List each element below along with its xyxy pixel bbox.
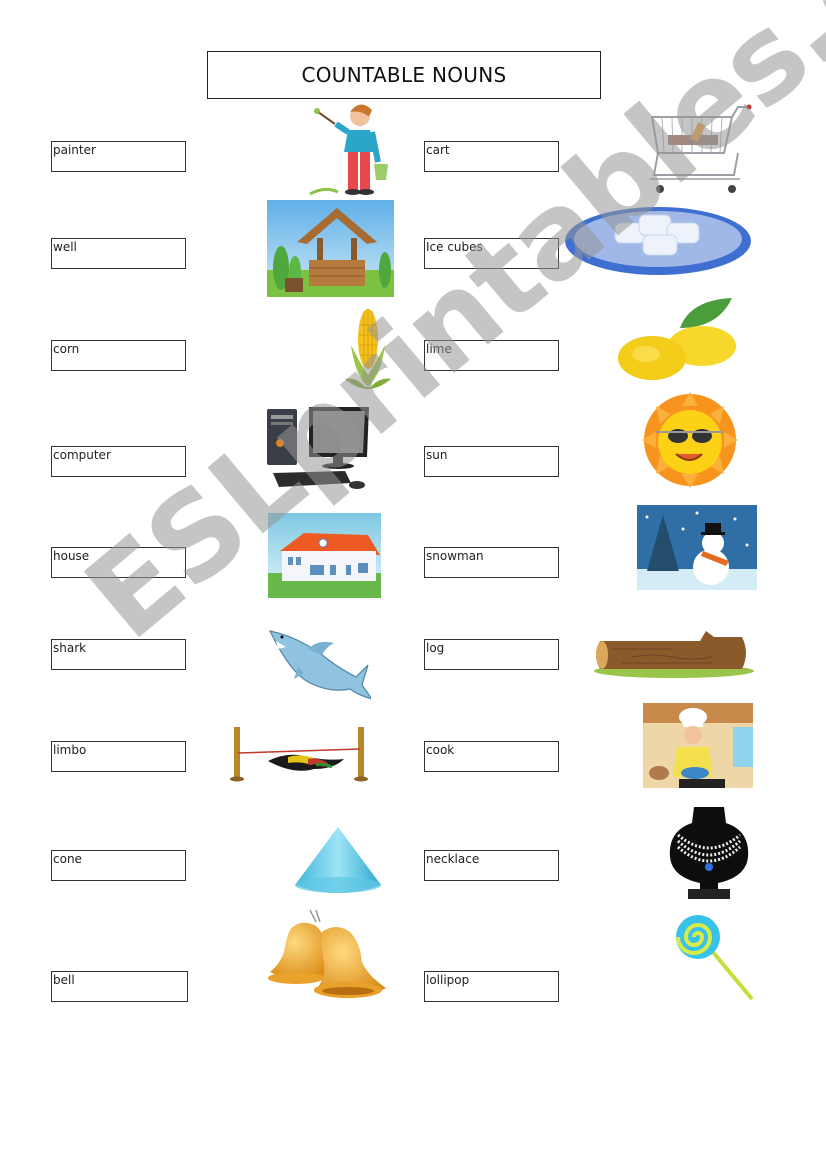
worksheet-title: COUNTABLE NOUNS bbox=[207, 51, 601, 99]
word-box-snowman[interactable]: snowman bbox=[424, 547, 559, 578]
word-box-house[interactable]: house bbox=[51, 547, 186, 578]
cook-image bbox=[643, 703, 753, 788]
word-box-painter[interactable]: painter bbox=[51, 141, 186, 172]
cart-image bbox=[648, 103, 754, 196]
word-box-cart[interactable]: cart bbox=[424, 141, 559, 172]
word-box-log[interactable]: log bbox=[424, 639, 559, 670]
corn-image bbox=[343, 305, 393, 390]
shark-image bbox=[268, 627, 371, 705]
log-image bbox=[592, 627, 756, 679]
word-box-corn[interactable]: corn bbox=[51, 340, 186, 371]
limbo-image bbox=[228, 725, 370, 782]
cone-image bbox=[293, 825, 383, 895]
ice-cubes-image bbox=[563, 205, 753, 277]
bells-image bbox=[266, 908, 394, 1001]
painter-image bbox=[300, 102, 392, 198]
word-box-lime[interactable]: lime bbox=[424, 340, 559, 371]
word-box-cook[interactable]: cook bbox=[424, 741, 559, 772]
word-box-necklace[interactable]: necklace bbox=[424, 850, 559, 881]
well-image bbox=[267, 200, 394, 297]
word-box-computer[interactable]: computer bbox=[51, 446, 186, 477]
word-box-bell[interactable]: bell bbox=[51, 971, 188, 1002]
computer-image bbox=[265, 403, 383, 491]
necklace-image bbox=[668, 805, 750, 902]
lollipop-image bbox=[668, 915, 756, 1003]
house-image bbox=[268, 513, 381, 598]
sun-image bbox=[626, 392, 754, 488]
word-box-ice-cubes[interactable]: Ice cubes bbox=[424, 238, 559, 269]
word-box-shark[interactable]: shark bbox=[51, 639, 186, 670]
word-box-lollipop[interactable]: lollipop bbox=[424, 971, 559, 1002]
word-box-limbo[interactable]: limbo bbox=[51, 741, 186, 772]
word-box-cone[interactable]: cone bbox=[51, 850, 186, 881]
word-box-sun[interactable]: sun bbox=[424, 446, 559, 477]
lemons-image bbox=[616, 298, 740, 383]
word-box-well[interactable]: well bbox=[51, 238, 186, 269]
snowman-image bbox=[637, 505, 757, 590]
